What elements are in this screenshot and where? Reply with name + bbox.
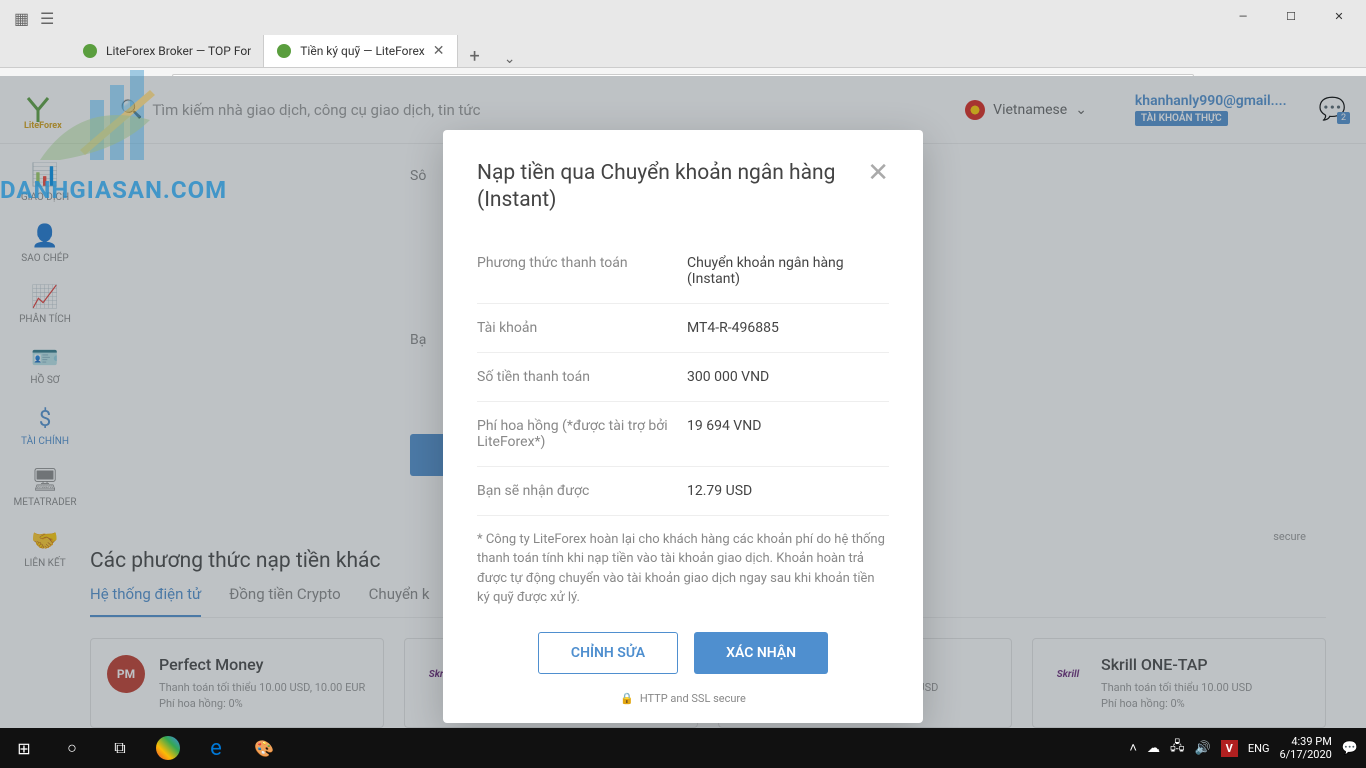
browser-tab-1[interactable]: Tiền ký quỹ — LiteForex ✕ (264, 35, 457, 67)
new-tab-button[interactable]: + (458, 46, 492, 67)
tabs-menu-button[interactable]: ⌄ (492, 51, 528, 67)
watermark: DANHGIASAN.COM (0, 60, 227, 204)
maximize-button[interactable]: ☐ (1268, 0, 1314, 32)
favicon-icon (82, 43, 98, 59)
tray-chevron-icon[interactable]: ˄ (1129, 740, 1137, 756)
app-icon: ▦ (14, 9, 28, 23)
tray-volume-icon[interactable]: 🔊 (1194, 741, 1210, 756)
tab-title: LiteForex Broker — TOP For (106, 44, 251, 58)
hamburger-icon[interactable]: ☰ (40, 9, 54, 23)
modal-row-commission: Phí hoa hồng (*được tài trợ bởi LiteFore… (477, 402, 889, 467)
edit-button[interactable]: CHỈNH SỬA (538, 632, 678, 674)
minimize-button[interactable]: — (1220, 0, 1266, 32)
modal-note: * Công ty LiteForex hoàn lại cho khách h… (477, 530, 889, 608)
windows-taskbar: ⊞ ○ ⧉ e 🎨 ˄ ☁ 🖧 🔊 V ENG 4:39 PM 6/17/202… (0, 728, 1366, 768)
confirm-button[interactable]: XÁC NHẬN (694, 632, 828, 674)
close-window-button[interactable]: ✕ (1316, 0, 1362, 32)
modal-row-amount: Số tiền thanh toán300 000 VND (477, 353, 889, 402)
modal-row-account: Tài khoảnMT4-R-496885 (477, 304, 889, 353)
start-button[interactable]: ⊞ (0, 728, 48, 768)
keyboard-lang[interactable]: ENG (1248, 742, 1270, 755)
system-clock[interactable]: 4:39 PM 6/17/2020 (1279, 735, 1331, 761)
lang-indicator[interactable]: V (1221, 740, 1238, 757)
notification-icon[interactable]: 💬 (1342, 741, 1358, 756)
taskbar-app-chrome[interactable] (156, 736, 180, 760)
deposit-confirm-modal: Nạp tiền qua Chuyển khoản ngân hàng (Ins… (443, 130, 923, 723)
modal-footer: 🔒 HTTP and SSL secure (477, 692, 889, 705)
tray-network-icon[interactable]: 🖧 (1170, 737, 1185, 759)
lock-icon: 🔒 (620, 692, 634, 705)
modal-close-button[interactable]: ✕ (867, 160, 889, 186)
tray-onedrive-icon[interactable]: ☁ (1147, 741, 1160, 756)
modal-row-method: Phương thức thanh toánChuyển khoản ngân … (477, 239, 889, 304)
cortana-button[interactable]: ○ (48, 728, 96, 768)
modal-row-receive: Bạn sẽ nhận được12.79 USD (477, 467, 889, 516)
task-view-button[interactable]: ⧉ (96, 728, 144, 768)
modal-title: Nạp tiền qua Chuyển khoản ngân hàng (Ins… (477, 160, 837, 215)
taskbar-app-edge[interactable]: e (192, 728, 240, 768)
tab-title: Tiền ký quỹ — LiteForex (300, 44, 425, 58)
close-tab-icon[interactable]: ✕ (433, 43, 445, 59)
favicon-icon (276, 43, 292, 59)
window-titlebar: ▦ ☰ — ☐ ✕ (0, 0, 1366, 32)
taskbar-app-paint[interactable]: 🎨 (240, 728, 288, 768)
